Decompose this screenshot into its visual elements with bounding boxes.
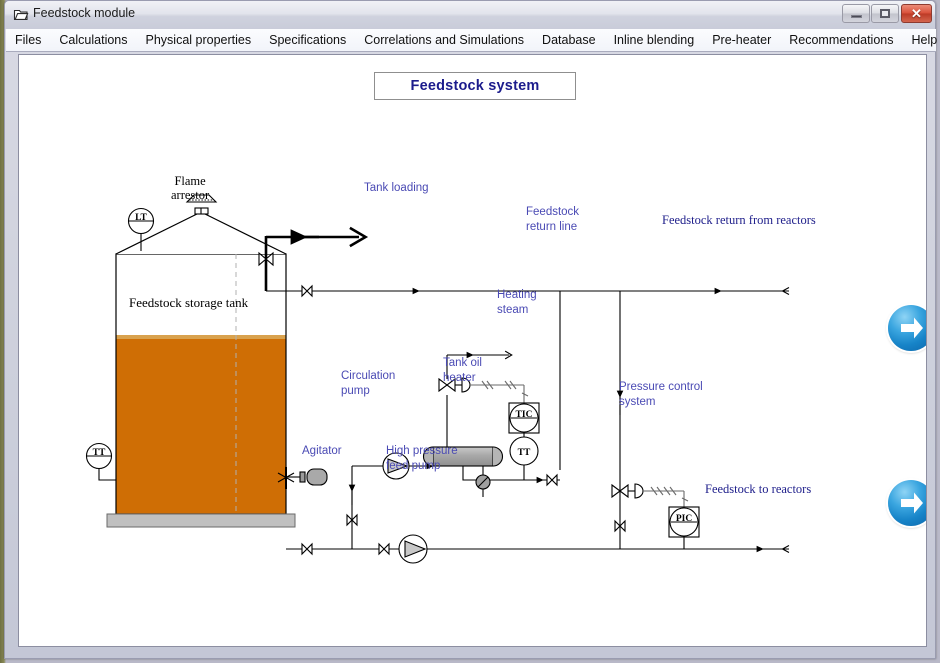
- close-icon: ✕: [911, 5, 922, 21]
- label-high-pressure-feed-pump: High pressure feed pump: [386, 445, 458, 472]
- tank-foundation: [106, 513, 296, 528]
- tank-bottom-header: [286, 542, 790, 556]
- instrument-tag-lt: LT: [135, 213, 147, 223]
- label-agitator: Agitator: [302, 445, 342, 457]
- valve-return-header[interactable]: [301, 284, 313, 298]
- high-pressure-feed-pump-symbol[interactable]: [398, 534, 428, 564]
- menu-item-help[interactable]: Help: [903, 30, 940, 50]
- menu-item-physical-properties[interactable]: Physical properties: [138, 30, 260, 50]
- instrument-tag-pic: PIC: [676, 514, 693, 524]
- close-button[interactable]: ✕: [901, 4, 932, 23]
- label-feedstock-return-from-reactors: Feedstock return from reactors: [662, 213, 816, 227]
- desktop-background: Feedstock module ✕ Files Calculations Ph…: [0, 0, 940, 663]
- application-window: Feedstock module ✕ Files Calculations Ph…: [4, 0, 937, 659]
- menu-item-correlations-and-simulations[interactable]: Correlations and Simulations: [356, 30, 532, 50]
- pressure-valve-signal-line: [643, 486, 689, 507]
- pid-drawing: LT TT TIC TT PIC: [85, 194, 790, 564]
- pressure-control-valve[interactable]: [611, 483, 644, 499]
- next-page-arrow-bottom[interactable]: [888, 480, 926, 526]
- label-pressure-control-system: Pressure control system: [619, 381, 703, 408]
- menu-item-database[interactable]: Database: [534, 30, 604, 50]
- label-circulation-pump: Circulation pump: [341, 370, 396, 397]
- heater-drain-trap: [475, 466, 491, 497]
- arrow-right-icon: [901, 492, 923, 514]
- label-tank-loading: Tank loading: [364, 182, 429, 194]
- tank-liquid-surface: [116, 335, 286, 339]
- menu-bar: Files Calculations Physical properties S…: [6, 29, 937, 52]
- instrument-tag-tt-tank: TT: [93, 448, 106, 458]
- label-feedstock-to-reactors: Feedstock to reactors: [705, 482, 812, 496]
- window-title: Feedstock module: [33, 6, 136, 20]
- next-page-arrow-top[interactable]: [888, 305, 926, 351]
- instrument-bubble-tt-heater[interactable]: TT: [509, 436, 539, 466]
- instrument-tag-tic: TIC: [516, 410, 533, 420]
- label-tank-oil-heater: Tank oil heater: [443, 357, 482, 384]
- label-flame-arrestor: Flame arrestor: [171, 174, 210, 202]
- menu-item-inline-blending[interactable]: Inline blending: [606, 30, 703, 50]
- valve-feed-pump-suction[interactable]: [378, 542, 390, 556]
- tank-liquid-level: [116, 337, 286, 514]
- menu-item-recommendations[interactable]: Recommendations: [781, 30, 901, 50]
- valve-tank-outlet[interactable]: [301, 542, 313, 556]
- title-bar[interactable]: Feedstock module ✕: [5, 1, 935, 29]
- label-heating-steam: Heating steam: [497, 289, 537, 316]
- menu-item-specifications[interactable]: Specifications: [261, 30, 354, 50]
- label-feedstock-return-line: Feedstock return line: [526, 206, 580, 233]
- window-folder-icon: [13, 7, 29, 22]
- tank-loading-line: [258, 226, 369, 291]
- menu-item-files[interactable]: Files: [7, 30, 49, 50]
- maximize-icon: [872, 5, 898, 22]
- valve-heater-outlet[interactable]: [546, 473, 558, 487]
- minimize-button[interactable]: [842, 4, 870, 23]
- maximize-button[interactable]: [871, 4, 899, 23]
- instrument-bubble-tt-tank[interactable]: TT: [85, 442, 117, 481]
- minimize-icon: [843, 5, 869, 22]
- menu-item-calculations[interactable]: Calculations: [51, 30, 135, 50]
- diagram-canvas: Feedstock system LT TT TIC TT PIC Flame …: [18, 54, 927, 647]
- arrow-right-icon: [901, 317, 923, 339]
- instrument-bubble-pic[interactable]: PIC: [668, 506, 700, 538]
- agitator-symbol: [277, 467, 328, 489]
- label-tank-name: Feedstock storage tank: [129, 295, 249, 310]
- instrument-bubble-tic[interactable]: TIC: [508, 402, 540, 434]
- menu-item-pre-heater[interactable]: Pre-heater: [704, 30, 779, 50]
- instrument-tag-tt-heater: TT: [518, 448, 531, 458]
- circulation-line: [346, 465, 383, 549]
